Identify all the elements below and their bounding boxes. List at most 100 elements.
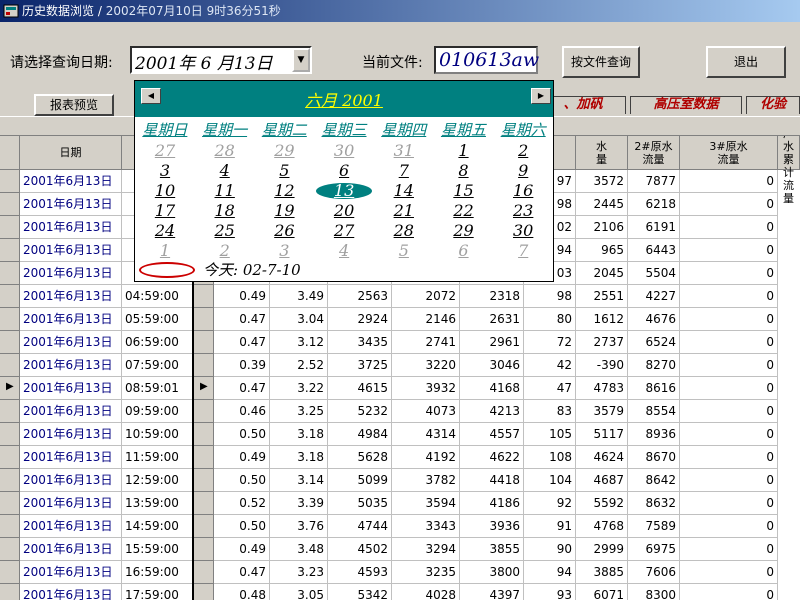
grid-cell[interactable]: 2001年6月13日	[20, 354, 122, 377]
grid-cell[interactable]: 4418	[460, 469, 524, 492]
row-selector-2[interactable]	[194, 515, 214, 538]
grid-cell[interactable]: 4227	[628, 285, 680, 308]
calendar-day[interactable]: 30	[314, 141, 374, 161]
grid-cell[interactable]: 08:59:01	[122, 377, 194, 400]
row-selector-2[interactable]	[194, 423, 214, 446]
grid-cell[interactable]: 4314	[392, 423, 460, 446]
grid-cell[interactable]: 5099	[328, 469, 392, 492]
row-selector-2[interactable]	[194, 285, 214, 308]
grid-cell[interactable]: 5628	[328, 446, 392, 469]
grid-cell[interactable]: 8936	[628, 423, 680, 446]
grid-cell[interactable]: 7877	[628, 170, 680, 193]
calendar-popup[interactable]: ◀ ▶ 六月 2001 星期日 星期一 星期二 星期三 星期四 星期五 星期六 27 28 29…	[134, 80, 554, 282]
grid-cell[interactable]: 0	[680, 331, 778, 354]
grid-cell[interactable]: 2045	[576, 262, 628, 285]
grid-cell[interactable]: 2999	[576, 538, 628, 561]
file-query-button[interactable]: 按文件查询	[562, 46, 640, 78]
grid-cell[interactable]: 4557	[460, 423, 524, 446]
grid-cell[interactable]: 3594	[392, 492, 460, 515]
grid-cell[interactable]: 4593	[328, 561, 392, 584]
row-selector[interactable]	[0, 170, 20, 193]
calendar-day[interactable]: 22	[434, 201, 494, 221]
grid-cell[interactable]: 2445	[576, 193, 628, 216]
grid-cell[interactable]: 2001年6月13日	[20, 308, 122, 331]
row-selector[interactable]	[0, 308, 20, 331]
calendar-day[interactable]: 26	[254, 221, 314, 241]
calendar-day-selected[interactable]: 13	[314, 181, 374, 201]
grid-cell[interactable]: 3936	[460, 515, 524, 538]
grid-cell[interactable]: 10:59:00	[122, 423, 194, 446]
grid-cell[interactable]: 11:59:00	[122, 446, 194, 469]
row-selector[interactable]: ▶	[0, 377, 20, 400]
grid-cell[interactable]: 2741	[392, 331, 460, 354]
grid-cell[interactable]: 0	[680, 193, 778, 216]
grid-cell[interactable]: 16:59:00	[122, 561, 194, 584]
grid-cell[interactable]: 8554	[628, 400, 680, 423]
grid-cell[interactable]: 2072	[392, 285, 460, 308]
grid-cell[interactable]: 80	[524, 308, 576, 331]
calendar-day[interactable]: 21	[374, 201, 434, 221]
grid-cell[interactable]: 3.25	[270, 400, 328, 423]
grid-cell[interactable]: 8270	[628, 354, 680, 377]
column-header[interactable]: 1#出厂水 累计流量	[778, 122, 800, 205]
calendar-day[interactable]: 29	[434, 221, 494, 241]
grid-cell[interactable]: 0.47	[214, 561, 270, 584]
grid-cell[interactable]: 0	[680, 400, 778, 423]
grid-cell[interactable]: 3.23	[270, 561, 328, 584]
grid-cell[interactable]: 0.50	[214, 423, 270, 446]
calendar-day[interactable]: 2	[493, 141, 553, 161]
calendar-day[interactable]: 3	[135, 161, 195, 181]
grid-cell[interactable]: 2001年6月13日	[20, 584, 122, 600]
grid-cell[interactable]: 0	[680, 262, 778, 285]
grid-cell[interactable]: 2001年6月13日	[20, 193, 122, 216]
grid-cell[interactable]: 3046	[460, 354, 524, 377]
row-selector-2[interactable]	[194, 331, 214, 354]
grid-cell[interactable]: 0	[680, 285, 778, 308]
row-selector-2[interactable]: ▶	[194, 377, 214, 400]
row-selector-2[interactable]	[194, 561, 214, 584]
grid-cell[interactable]: 0.49	[214, 446, 270, 469]
grid-cell[interactable]: 3782	[392, 469, 460, 492]
grid-cell[interactable]: 07:59:00	[122, 354, 194, 377]
grid-cell[interactable]: 3.05	[270, 584, 328, 600]
grid-cell[interactable]: 0	[680, 377, 778, 400]
grid-cell[interactable]: 4687	[576, 469, 628, 492]
row-selector[interactable]	[0, 469, 20, 492]
calendar-day[interactable]: 7	[493, 241, 553, 261]
grid-cell[interactable]: 4624	[576, 446, 628, 469]
grid-cell[interactable]: 4073	[392, 400, 460, 423]
row-selector[interactable]	[0, 193, 20, 216]
row-selector-2[interactable]	[194, 538, 214, 561]
grid-cell[interactable]: 108	[524, 446, 576, 469]
grid-cell[interactable]: 3235	[392, 561, 460, 584]
grid-cell[interactable]: 2001年6月13日	[20, 538, 122, 561]
grid-cell[interactable]: 0	[680, 538, 778, 561]
row-selector[interactable]	[0, 584, 20, 600]
calendar-day[interactable]: 1	[135, 241, 195, 261]
grid-cell[interactable]: 0.48	[214, 584, 270, 600]
column-header[interactable]: 日期	[20, 136, 122, 170]
grid-cell[interactable]: 2001年6月13日	[20, 515, 122, 538]
grid-cell[interactable]: 0.50	[214, 515, 270, 538]
column-header[interactable]	[0, 136, 20, 170]
grid-cell[interactable]: 3.18	[270, 423, 328, 446]
calendar-day[interactable]: 28	[374, 221, 434, 241]
grid-cell[interactable]: 0	[680, 308, 778, 331]
grid-cell[interactable]: 4502	[328, 538, 392, 561]
grid-cell[interactable]: 2001年6月13日	[20, 446, 122, 469]
grid-cell[interactable]: 0.49	[214, 538, 270, 561]
grid-cell[interactable]: 0.47	[214, 377, 270, 400]
grid-cell[interactable]: 04:59:00	[122, 285, 194, 308]
grid-cell[interactable]: 3.04	[270, 308, 328, 331]
grid-cell[interactable]: 4397	[460, 584, 524, 600]
grid-cell[interactable]: 2737	[576, 331, 628, 354]
grid-cell[interactable]: 90	[524, 538, 576, 561]
date-combo-value[interactable]: 2001年 6 月13日	[135, 49, 273, 74]
grid-cell[interactable]: 93	[524, 584, 576, 600]
calendar-day[interactable]: 1	[434, 141, 494, 161]
grid-cell[interactable]: 2318	[460, 285, 524, 308]
date-dropdown-button[interactable]: ▼	[292, 48, 310, 72]
grid-cell[interactable]: 0.39	[214, 354, 270, 377]
grid-cell[interactable]: 4676	[628, 308, 680, 331]
grid-cell[interactable]: 15:59:00	[122, 538, 194, 561]
